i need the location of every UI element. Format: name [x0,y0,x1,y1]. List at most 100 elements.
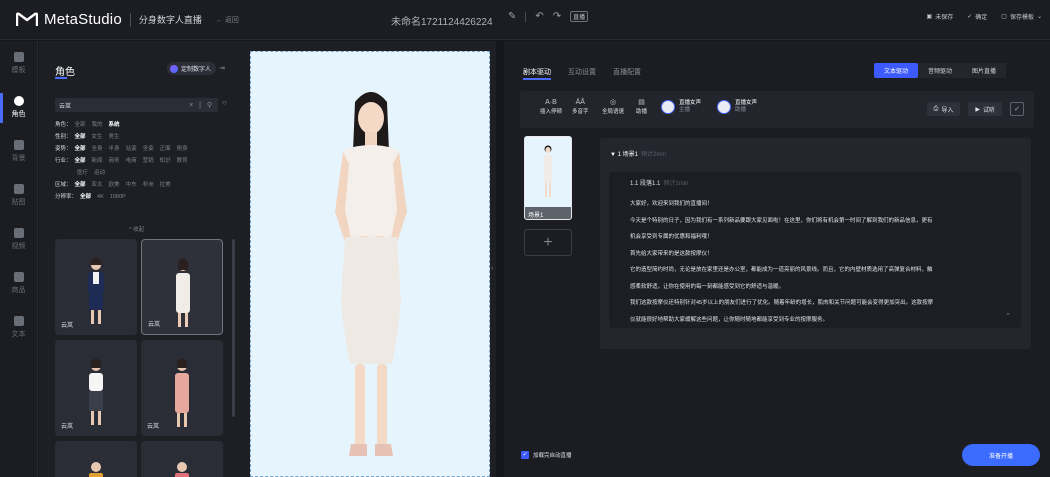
voice-host[interactable]: 直播女声 主播 [661,100,701,114]
shortcut-badge[interactable]: 直播 [570,11,589,22]
global-speed-tool[interactable]: ◎ 全局语速 [602,98,624,115]
filter-option[interactable]: 全部 [75,131,86,143]
filter-option[interactable]: 全身 [92,143,103,155]
filter-option[interactable]: 坐姿 [143,143,154,155]
avatar-card[interactable] [55,441,137,477]
filter-option[interactable]: 正面 [160,143,171,155]
filter-option[interactable]: 电商 [126,155,137,167]
insert-pause-tool[interactable]: A·B 插入停顿 [540,98,562,115]
rail-item-sticker[interactable]: 贴图 [0,173,37,217]
avatar-card[interactable]: 云岚 [141,340,223,436]
rail-item-background[interactable]: 背景 [0,129,37,173]
filter-key: 行业： [55,158,72,164]
filter-option[interactable]: 亚太 [92,179,103,191]
redo-icon[interactable]: ↷ [553,11,561,22]
edit-name-icon[interactable]: ✎ [508,11,516,22]
confirm-button[interactable]: ✓ 确定 [967,12,987,21]
chevron-up-icon[interactable]: ⌃ [1005,312,1011,320]
search-box[interactable]: × | ⚲ [55,98,218,112]
panel-divider[interactable] [496,41,504,477]
filter-option[interactable]: 教育 [177,155,188,167]
filter-option[interactable]: 欧美 [109,179,120,191]
filter-option[interactable]: 新闻 [92,155,103,167]
search-input[interactable] [59,102,190,108]
filter-option[interactable]: 全部 [75,143,86,155]
filter-option[interactable]: 系统 [109,119,120,131]
rail-item-text[interactable]: 文本 [0,305,37,349]
avatar-card-selected[interactable]: 云岚 [141,239,223,335]
tab-script-drive[interactable]: 剧本驱动 [523,67,551,77]
check-square-icon[interactable]: ✓ [1010,102,1024,116]
filter-option[interactable]: 知识 [160,155,171,167]
filter-option[interactable]: 全部 [80,191,91,203]
rail-item-role[interactable]: 角色 [0,85,37,129]
filter-option[interactable]: 非洲 [143,179,154,191]
filter-option[interactable]: 半身 [109,143,120,155]
filter-option[interactable]: 站姿 [126,143,137,155]
filter-key: 分辨率： [55,194,78,200]
script-tabs: 剧本驱动 互动设置 直播配置 [523,67,641,77]
filter-option[interactable]: 全部 [75,179,86,191]
assistant-tool[interactable]: ▤ 助播 [636,98,647,115]
avatar-card[interactable]: 云岚 [55,340,137,436]
filter-option[interactable]: 我的 [92,119,103,131]
tab-image-live[interactable]: 图片直播 [962,63,1007,78]
tab-audio-drive[interactable]: 音频驱动 [918,63,963,78]
filter-option[interactable]: 运动 [94,167,105,179]
filter-option[interactable]: 拉美 [160,179,171,191]
script-text-editor[interactable]: 大家好，欢迎来到我们的直播间！ 今天是个特别的日子，因为我们有一系列新品要跟大家… [630,196,1026,328]
filter-option[interactable]: 营销 [143,155,154,167]
filter-option[interactable]: 商务 [109,155,120,167]
script-line: 我们这款按摩仪还特别针对45岁以上的朋友们进行了优化。随着年龄的增长，肌肉和关节… [630,300,934,306]
tab-text-drive[interactable]: 文本驱动 [874,63,919,78]
rail-item-product[interactable]: 商品 [0,261,37,305]
grid-scrollbar[interactable] [232,239,235,417]
tab-interaction-settings[interactable]: 互动设置 [568,67,596,77]
filter-option[interactable]: 1080P [110,191,126,203]
chevron-right-icon[interactable]: › [491,265,493,272]
polyphone-tool[interactable]: ÄÅ 多音字 [572,98,589,115]
filter-option[interactable]: 男生 [109,131,120,143]
expand-icon[interactable]: ⇥ [219,64,225,72]
role-panel: 角色 定制数字人 ⇥ × | ⚲ ○ 角色： 全部 我的 系统 性别： 全部 女… [39,41,243,477]
tab-live-config[interactable]: 直播配置 [613,67,641,77]
rail-label: 角色 [11,110,26,118]
preview-canvas[interactable] [250,51,490,477]
filter-option[interactable]: 医疗 [77,167,88,179]
rail-item-template[interactable]: 模板 [0,41,37,85]
search-tools[interactable]: × | ⚲ [189,101,214,109]
filter-option[interactable]: 4K [97,191,104,203]
save-template-button[interactable]: ▢ 保存模板 ⌄ [1001,12,1042,21]
script-toolbar: A·B 插入停顿 ÄÅ 多音字 ◎ 全局语速 ▤ 助播 直播女声 主播 直播女声 [520,91,1034,128]
avatar-card[interactable] [141,441,223,477]
audition-button[interactable]: ▶ 试听 [968,102,1002,116]
filter-option[interactable]: 全部 [75,119,86,131]
filter-option[interactable]: 中东 [126,179,137,191]
start-live-button[interactable]: 准备开播 [962,444,1040,466]
filter-option[interactable]: 女生 [92,131,103,143]
auto-start-checkbox[interactable]: ✓ [521,451,529,459]
project-name[interactable]: 未命名1721124426224 [391,13,493,28]
import-button[interactable]: ⎙ 导入 [926,102,961,116]
collapse-filters-button[interactable]: ^ 收起 [129,225,144,233]
avatar-card[interactable]: 云岚 [55,239,137,335]
back-link[interactable]: ← 返回 [216,15,239,25]
voice-assistant[interactable]: 直播女声 助播 [717,100,757,114]
filter-option[interactable]: 侧身 [177,143,188,155]
filter-industry: 行业： 全部 新闻 商务 电商 营销 知识 教育 [55,155,237,167]
drive-mode-tabs: 文本驱动 音频驱动 图片直播 [874,63,1007,78]
undo-icon[interactable]: ↶ [535,11,543,22]
speed-icon: ◎ [609,99,617,106]
scene-header[interactable]: ▼ 1 场景1 预计2min [610,149,666,158]
scene-thumbnail[interactable]: 场景1 [524,136,572,220]
rail-item-video[interactable]: 视频 [0,217,37,261]
digital-human-figure[interactable] [251,52,490,477]
refresh-icon[interactable]: ○ [222,98,227,107]
add-scene-button[interactable]: + [524,229,572,256]
script-line: 机会享受到专属的优惠和福利哦！ [630,234,713,240]
filter-resolution: 分辨率： 全部 4K 1080P [55,191,237,203]
filter-option[interactable]: 全部 [75,155,86,167]
custom-avatar-button[interactable]: 定制数字人 [167,62,217,75]
auto-start-option[interactable]: ✓ 加载完自动直播 [521,451,572,459]
rail-active-indicator [0,93,3,123]
